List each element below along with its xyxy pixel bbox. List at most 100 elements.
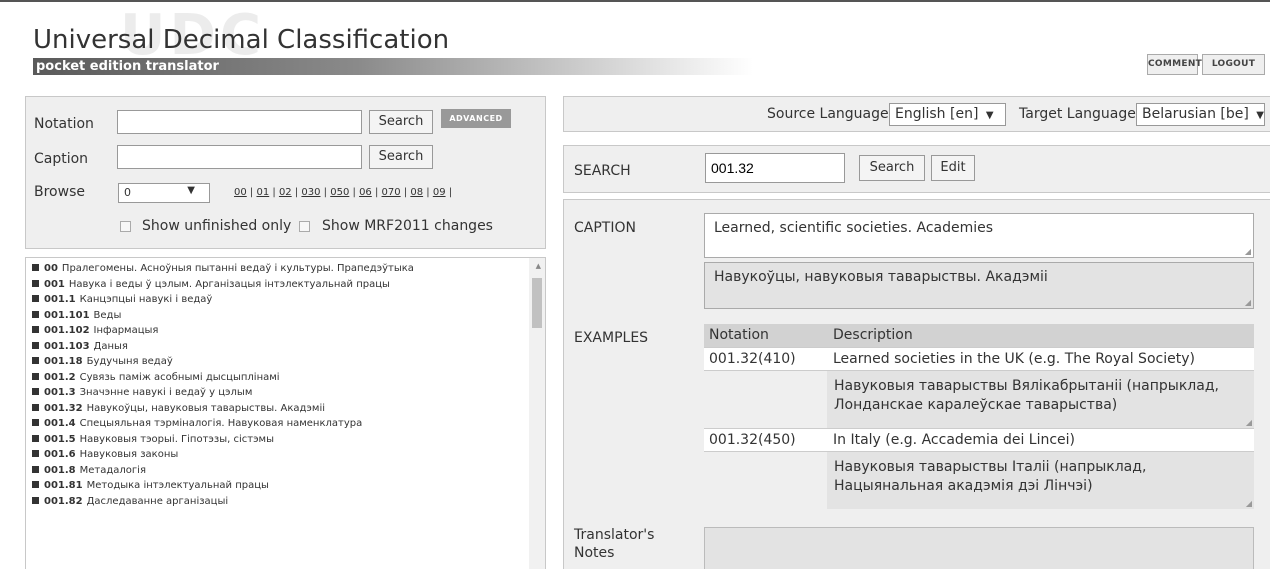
- tree-item[interactable]: 00 Пралегомены. Асноўныя пытанні ведаў і …: [26, 261, 545, 277]
- source-language-label: Source Language: [767, 106, 889, 122]
- example-translation-row: Навуковыя таварыствы Італіі (напрыклад, …: [704, 451, 1254, 510]
- resize-handle-icon[interactable]: ◢: [1245, 298, 1251, 307]
- tree-scrollbar[interactable]: ▲: [529, 258, 545, 569]
- browse-link-02[interactable]: 02: [279, 187, 292, 198]
- browse-link-030[interactable]: 030: [301, 187, 320, 198]
- tree-item-code: 001.81: [44, 480, 83, 491]
- browse-link-070[interactable]: 070: [382, 187, 401, 198]
- search-button[interactable]: Search: [859, 155, 925, 181]
- square-bullet-icon: [32, 403, 39, 411]
- square-bullet-icon: [32, 357, 39, 364]
- example-translation[interactable]: Навуковыя таварыствы Італіі (напрыклад, …: [834, 458, 1234, 496]
- tree-item-label: Метадалогія: [79, 464, 146, 476]
- browse-link-08[interactable]: 08: [410, 187, 423, 198]
- example-notation: 001.32(450): [709, 432, 796, 448]
- caption-target-field[interactable]: Навукоўцы, навуковыя таварыствы. Акадэмі…: [704, 262, 1254, 309]
- tree-item-code: 001.6: [44, 449, 76, 460]
- caption-target-text: Навукоўцы, навуковыя таварыствы. Акадэмі…: [714, 269, 1048, 285]
- tree-item[interactable]: 001.5 Навуковыя тэорыі. Гіпотэзы, сістэмы: [26, 432, 545, 448]
- tree-item-code: 001.5: [44, 433, 76, 445]
- tree-item[interactable]: 001.32 Навукоўцы, навуковыя таварыствы. А…: [26, 401, 545, 417]
- example-translation[interactable]: Навуковыя таварыствы Вялікабрытаніі (нап…: [834, 377, 1234, 415]
- tree-item[interactable]: 001.101 Веды: [26, 308, 545, 324]
- search-section-label: SEARCH: [574, 163, 631, 179]
- tree-item-code: 00: [44, 263, 58, 274]
- tree-item-label: Канцэпцыі навукі і ведаў: [79, 294, 213, 305]
- chevron-down-icon: ▼: [1256, 110, 1264, 121]
- tree-item[interactable]: 001.82 Даследаванне арганізацыі: [26, 494, 545, 510]
- tree-item[interactable]: 001.8 Метадалогія: [26, 463, 545, 479]
- tree-item[interactable]: 001.18 Будучыня ведаў: [26, 354, 545, 370]
- square-bullet-icon: [32, 264, 39, 271]
- comments-button[interactable]: COMMENTS: [1147, 54, 1209, 75]
- resize-handle-icon[interactable]: ◢: [1246, 418, 1252, 427]
- square-bullet-icon: [32, 279, 39, 287]
- notation-input[interactable]: [117, 110, 362, 134]
- tree-item[interactable]: 001.81 Методыка інтэлектуальнай працы: [26, 478, 545, 494]
- browse-select-value: 0: [124, 186, 131, 199]
- browse-link-06[interactable]: 06: [359, 187, 372, 198]
- tree-item[interactable]: 001.3 Значэнне навукі і ведаў у цэлым: [26, 385, 545, 401]
- browse-link-01[interactable]: 01: [256, 187, 269, 198]
- notation-label: Notation: [34, 116, 94, 132]
- square-bullet-icon: [32, 388, 39, 395]
- browse-link-00[interactable]: 00: [234, 187, 247, 198]
- tree-item[interactable]: 001.102 Інфармацыя: [26, 323, 545, 339]
- app-subtitle: pocket edition translator: [36, 59, 219, 74]
- caption-input[interactable]: [117, 145, 362, 169]
- scroll-up-icon[interactable]: ▲: [536, 262, 541, 270]
- tree-item-code: 001.3: [44, 387, 76, 398]
- examples-table: Notation Description 001.32(410) Learned…: [704, 324, 1254, 510]
- search-bar: SEARCH Search Edit: [563, 145, 1270, 193]
- tree-item[interactable]: 001 Навука і веды ў цэлым. Арганізацыя ін…: [26, 277, 545, 293]
- scroll-thumb[interactable]: [532, 278, 542, 328]
- edit-button[interactable]: Edit: [931, 155, 975, 181]
- caption-search-button[interactable]: Search: [369, 145, 433, 169]
- tree-item-code: 001.1: [44, 294, 76, 305]
- logout-button[interactable]: LOGOUT: [1202, 54, 1265, 75]
- tree-item[interactable]: 001.4 Спецыяльная тэрміналогія. Навуковая…: [26, 416, 545, 432]
- language-bar: Source Language English [en] ▼ Target La…: [563, 96, 1270, 132]
- target-language-select[interactable]: Belarusian [be] ▼: [1136, 103, 1265, 126]
- show-unfinished-checkbox[interactable]: [120, 221, 131, 232]
- square-bullet-icon: [32, 465, 39, 473]
- example-empty-cell: [704, 452, 827, 510]
- browse-select[interactable]: 0 ▼: [118, 183, 210, 203]
- resize-handle-icon[interactable]: ◢: [1245, 247, 1251, 256]
- target-language-value: Belarusian [be]: [1142, 106, 1249, 122]
- square-bullet-icon: [32, 419, 39, 426]
- examples-table-header: Notation Description: [704, 324, 1254, 347]
- left-search-panel: Notation Search ADVANCED Caption Search …: [25, 96, 546, 249]
- tree-item-label: Спецыяльная тэрміналогія. Навуковая наме…: [79, 418, 363, 429]
- caption-section-label: CAPTION: [574, 220, 636, 236]
- translator-notes-field[interactable]: [704, 527, 1254, 569]
- tree-item[interactable]: 001.1 Канцэпцыі навукі і ведаў: [26, 292, 545, 308]
- resize-handle-icon[interactable]: ◢: [1246, 499, 1252, 508]
- show-mrf-checkbox[interactable]: [299, 221, 310, 232]
- tree-item-code: 001.102: [44, 325, 90, 336]
- notation-search-button[interactable]: Search: [369, 110, 433, 134]
- tree-item-label: Навука і веды ў цэлым. Арганізацыя інтэл…: [68, 278, 390, 290]
- source-language-value: English [en]: [895, 106, 979, 122]
- tree-item-label: Пралегомены. Асноўныя пытанні ведаў і ку…: [61, 263, 414, 274]
- tree-item-label: Навуковыя тэорыі. Гіпотэзы, сістэмы: [79, 433, 274, 445]
- browse-link-09[interactable]: 09: [433, 187, 446, 198]
- chevron-down-icon: ▼: [187, 185, 195, 196]
- classification-tree[interactable]: 00 Пралегомены. Асноўныя пытанні ведаў і …: [25, 257, 546, 569]
- source-language-select[interactable]: English [en] ▼: [889, 103, 1006, 126]
- notation-search-input[interactable]: [705, 153, 845, 183]
- col-notation-header: Notation: [709, 327, 769, 343]
- browse-label: Browse: [34, 184, 85, 200]
- tree-item-code: 001.32: [44, 402, 83, 414]
- advanced-button[interactable]: ADVANCED: [441, 109, 511, 128]
- tree-item-label: Даследаванне арганізацыі: [86, 495, 229, 507]
- square-bullet-icon: [32, 372, 39, 380]
- tree-item[interactable]: 001.2 Сувязь паміж асобнымі дысцыплінамі: [26, 370, 545, 386]
- browse-link-050[interactable]: 050: [330, 187, 349, 198]
- tree-item-label: Значэнне навукі і ведаў у цэлым: [79, 387, 253, 398]
- square-bullet-icon: [32, 496, 39, 504]
- caption-source-field[interactable]: Learned, scientific societies. Academies…: [704, 213, 1254, 258]
- square-bullet-icon: [32, 450, 39, 457]
- tree-item[interactable]: 001.103 Даныя: [26, 339, 545, 355]
- tree-item[interactable]: 001.6 Навуковыя законы: [26, 447, 545, 463]
